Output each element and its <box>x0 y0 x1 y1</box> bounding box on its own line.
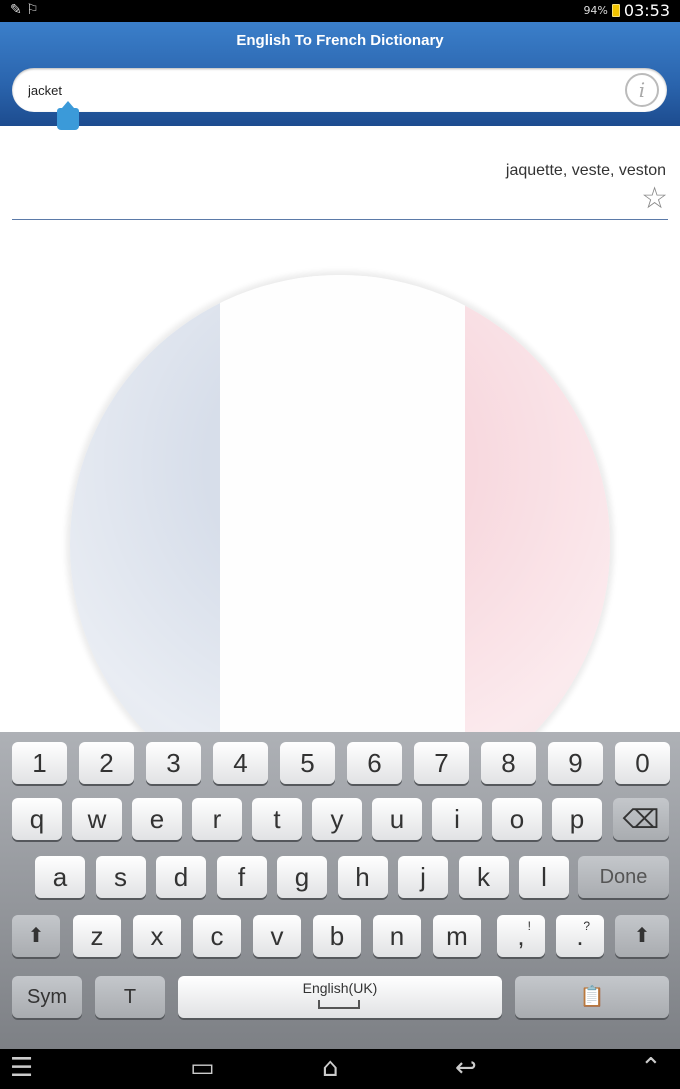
result-row: jaquette, veste, veston ☆ <box>12 150 668 220</box>
space-key[interactable]: English(UK) <box>178 976 502 1018</box>
key-l[interactable]: l <box>519 856 569 898</box>
key-v[interactable]: v <box>253 915 301 957</box>
info-icon[interactable]: i <box>625 73 659 107</box>
chevron-up-icon[interactable]: ⌃ <box>640 1053 662 1083</box>
key-n[interactable]: n <box>373 915 421 957</box>
app-title: English To French Dictionary <box>236 32 444 49</box>
key-2[interactable]: 2 <box>79 742 134 784</box>
text-cursor-handle[interactable] <box>57 101 79 130</box>
clipboard-key[interactable]: 📋 <box>515 976 669 1018</box>
key-e[interactable]: e <box>132 798 182 840</box>
space-key-label: English(UK) <box>302 980 378 996</box>
key-o[interactable]: o <box>492 798 542 840</box>
key-8[interactable]: 8 <box>481 742 536 784</box>
sym-key[interactable]: Sym <box>12 976 82 1018</box>
star-icon[interactable]: ☆ <box>641 184 668 214</box>
search-input[interactable] <box>26 68 606 112</box>
menu-icon[interactable]: ☰ <box>10 1053 33 1083</box>
key-9[interactable]: 9 <box>548 742 603 784</box>
keyboard-row-function: Sym T English(UK) 📋 <box>0 976 680 1024</box>
done-key[interactable]: Done <box>578 856 669 898</box>
key-u[interactable]: u <box>372 798 422 840</box>
key-z[interactable]: z <box>73 915 121 957</box>
key-w[interactable]: w <box>72 798 122 840</box>
key-m[interactable]: m <box>433 915 481 957</box>
key-d[interactable]: d <box>156 856 206 898</box>
on-screen-keyboard: 1234567890 ⌫ qwertyuiop Done asdfghjkl ⬆… <box>0 732 680 1049</box>
key-x[interactable]: x <box>133 915 181 957</box>
battery-icon <box>611 4 620 17</box>
clock: 03:53 <box>623 1 670 20</box>
period-key[interactable]: .? <box>556 915 604 957</box>
keyboard-row-numbers: 1234567890 <box>0 742 680 790</box>
key-j[interactable]: j <box>398 856 448 898</box>
notification-icons: ✎ ⚐ <box>10 2 39 18</box>
key-q[interactable]: q <box>12 798 62 840</box>
key-i[interactable]: i <box>432 798 482 840</box>
comma-key[interactable]: ,! <box>497 915 545 957</box>
status-right: 94% 03:53 <box>583 1 670 20</box>
key-f[interactable]: f <box>216 856 267 898</box>
key-r[interactable]: r <box>192 798 242 840</box>
key-6[interactable]: 6 <box>347 742 402 784</box>
shift-key-left[interactable]: ⬆ <box>12 915 60 957</box>
handwriting-key[interactable]: T <box>95 976 165 1018</box>
key-p[interactable]: p <box>552 798 602 840</box>
app-header: English To French Dictionary i <box>0 22 680 126</box>
search-box[interactable]: i <box>12 68 667 112</box>
keyboard-row-middle: Done asdfghjkl <box>0 856 680 904</box>
key-5[interactable]: 5 <box>280 742 335 784</box>
navigation-bar: ☰ ▭ ⌂ ↩ ⌃ <box>0 1049 680 1089</box>
back-icon[interactable]: ↩ <box>455 1053 477 1083</box>
recent-apps-icon[interactable]: ▭ <box>190 1053 215 1083</box>
key-4[interactable]: 4 <box>213 742 268 784</box>
key-s[interactable]: s <box>95 856 146 898</box>
home-icon[interactable]: ⌂ <box>322 1053 339 1083</box>
key-h[interactable]: h <box>337 856 388 898</box>
key-b[interactable]: b <box>313 915 361 957</box>
key-y[interactable]: y <box>312 798 362 840</box>
backspace-key[interactable]: ⌫ <box>613 798 669 840</box>
keyboard-row-top: ⌫ qwertyuiop <box>0 798 680 846</box>
key-g[interactable]: g <box>277 856 327 898</box>
key-c[interactable]: c <box>193 915 241 957</box>
key-3[interactable]: 3 <box>146 742 201 784</box>
battery-percent: 94% <box>583 4 608 17</box>
shift-key-right[interactable]: ⬆ <box>615 915 669 957</box>
key-k[interactable]: k <box>458 856 509 898</box>
key-1[interactable]: 1 <box>12 742 67 784</box>
keyboard-row-bottom: ⬆ ,! .? ⬆ zxcvbnm <box>0 915 680 963</box>
key-a[interactable]: a <box>35 856 85 898</box>
translation-text: jaquette, veste, veston <box>505 162 666 179</box>
status-bar: ✎ ⚐ 94% 03:53 <box>0 0 680 22</box>
key-7[interactable]: 7 <box>414 742 469 784</box>
key-0[interactable]: 0 <box>615 742 670 784</box>
space-bar-icon <box>318 1000 360 1009</box>
key-t[interactable]: t <box>252 798 302 840</box>
